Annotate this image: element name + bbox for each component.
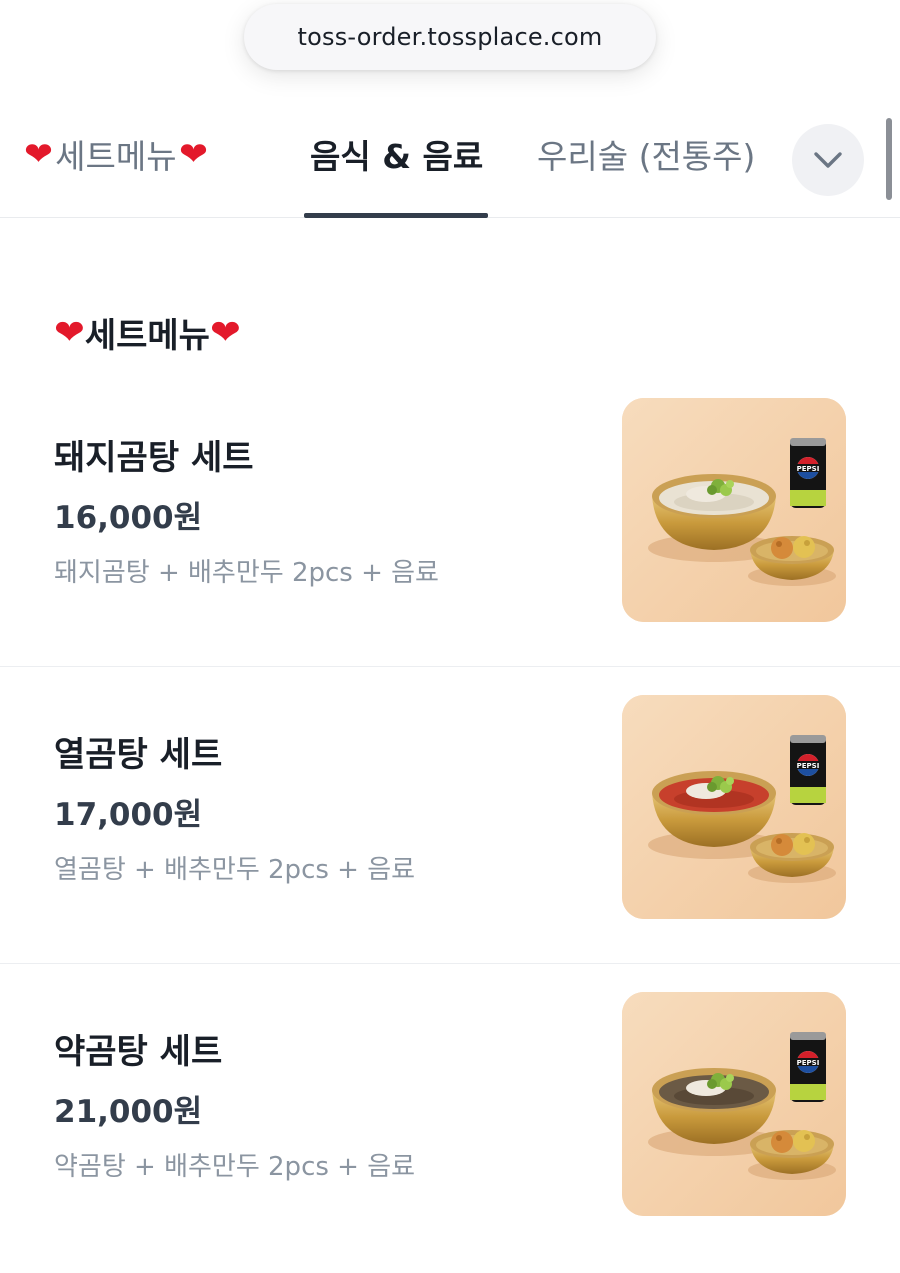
menu-item-price: 17,000원 <box>54 797 203 833</box>
tab-set-menu[interactable]: ❤ 세트메뉴 ❤ <box>22 126 210 182</box>
tab-label: 우리술 (전통주) <box>537 137 756 176</box>
menu-item-price: 21,000원 <box>54 1094 203 1130</box>
category-tabs: ❤ 세트메뉴 ❤ 음식 & 음료 우리술 (전통주) <box>0 100 900 218</box>
svg-text:PEPSI: PEPSI <box>797 1059 820 1067</box>
menu-item-description: 약곰탕 + 배추만두 2pcs + 음료 <box>54 1152 416 1182</box>
url-bar[interactable]: toss-order.tossplace.com <box>244 4 656 70</box>
menu-item-price: 16,000원 <box>54 500 203 536</box>
menu-item[interactable]: 약곰탕 세트 21,000원 약곰탕 + 배추만두 2pcs + 음료 PEPS… <box>0 964 900 1261</box>
menu-item-name: 약곰탕 세트 <box>54 1032 223 1072</box>
heart-emoji-icon: ❤ <box>178 135 208 173</box>
menu-item-photo: PEPSI <box>622 992 846 1216</box>
tab-label: 음식 & 음료 <box>310 137 484 176</box>
menu-item-description: 열곰탕 + 배추만두 2pcs + 음료 <box>54 855 416 885</box>
menu-item-name: 돼지곰탕 세트 <box>54 438 254 478</box>
tab-label: 세트메뉴 <box>55 137 177 176</box>
menu-item[interactable]: 돼지곰탕 세트 16,000원 돼지곰탕 + 배추만두 2pcs + 음료 PE… <box>0 370 900 667</box>
heart-emoji-icon: ❤ <box>24 135 54 173</box>
tab-traditional-liquor[interactable]: 우리술 (전통주) <box>537 126 755 182</box>
menu-item[interactable]: 열곰탕 세트 17,000원 열곰탕 + 배추만두 2pcs + 음료 PEPS… <box>0 667 900 964</box>
tab-food-drink[interactable]: 음식 & 음료 <box>310 126 483 182</box>
svg-text:PEPSI: PEPSI <box>797 762 820 770</box>
section-title: ❤ 세트메뉴 ❤ <box>54 302 241 362</box>
menu-item-description: 돼지곰탕 + 배추만두 2pcs + 음료 <box>54 558 439 588</box>
menu-item-name: 열곰탕 세트 <box>54 735 223 775</box>
heart-emoji-icon: ❤ <box>209 312 241 352</box>
more-categories-button[interactable] <box>792 124 864 196</box>
scrollbar-thumb[interactable] <box>886 118 892 200</box>
menu-item-photo: PEPSI <box>622 398 846 622</box>
menu-item-photo: PEPSI <box>622 695 846 919</box>
heart-emoji-icon: ❤ <box>53 312 85 352</box>
section-title-text: 세트메뉴 <box>84 315 210 356</box>
svg-text:PEPSI: PEPSI <box>797 465 820 473</box>
url-text: toss-order.tossplace.com <box>297 23 603 51</box>
active-tab-indicator <box>304 213 488 218</box>
chevron-down-icon <box>814 152 842 168</box>
